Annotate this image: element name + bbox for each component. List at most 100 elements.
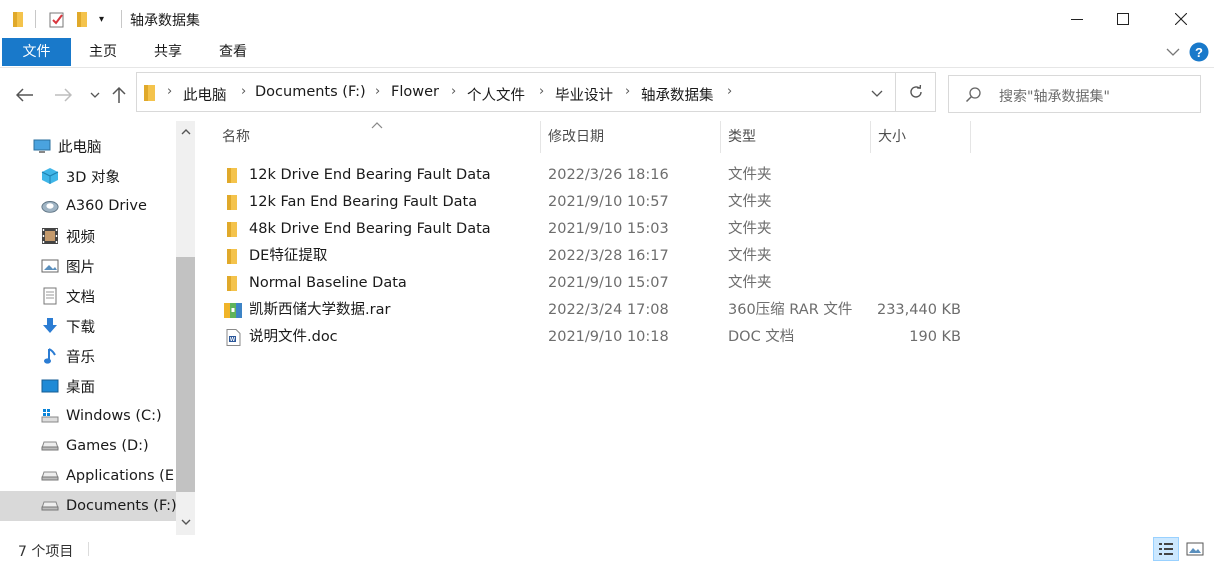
breadcrumb-graduation[interactable]: 毕业设计 xyxy=(555,84,613,105)
quick-access-folder-icon[interactable] xyxy=(12,9,26,29)
column-divider[interactable] xyxy=(720,121,721,153)
sidebar-item-a360-drive[interactable]: A360 Drive xyxy=(0,191,176,221)
status-bar: 7 个项目 xyxy=(0,533,1214,565)
music-icon xyxy=(41,347,59,365)
file-row[interactable]: 凯斯西储大学数据.rar 2022/3/24 17:08 360压缩 RAR 文… xyxy=(214,297,974,324)
address-bar[interactable]: › 此电脑 › Documents (F:) › Flower › 个人文件 ›… xyxy=(136,72,896,112)
file-size: 190 KB xyxy=(909,329,961,345)
column-header-size[interactable]: 大小 xyxy=(878,121,968,153)
scroll-down-button[interactable] xyxy=(176,512,195,532)
sidebar-item-games-d[interactable]: Games (D:) xyxy=(0,431,176,461)
breadcrumb-flower[interactable]: Flower xyxy=(391,84,439,100)
breadcrumb-pc[interactable]: 此电脑 xyxy=(183,84,227,105)
video-icon xyxy=(41,227,59,245)
sidebar-item-pictures[interactable]: 图片 xyxy=(0,251,176,281)
breadcrumb-documents[interactable]: Documents (F:) xyxy=(255,84,366,100)
breadcrumb-separator-icon[interactable]: › xyxy=(625,84,630,99)
file-row[interactable]: 48k Drive End Bearing Fault Data 2021/9/… xyxy=(214,216,974,243)
file-date: 2021/9/10 15:07 xyxy=(548,275,669,291)
svg-text:?: ? xyxy=(1195,45,1203,60)
download-icon xyxy=(41,317,59,335)
file-row[interactable]: 12k Drive End Bearing Fault Data 2022/3/… xyxy=(214,162,974,189)
maximize-button[interactable] xyxy=(1100,0,1146,38)
file-size xyxy=(870,162,961,189)
file-row[interactable]: 12k Fan End Bearing Fault Data 2021/9/10… xyxy=(214,189,974,216)
minimize-button[interactable] xyxy=(1054,0,1100,38)
tab-view[interactable]: 查看 xyxy=(210,38,256,66)
file-size xyxy=(870,270,961,297)
sidebar-item-this-pc[interactable]: 此电脑 xyxy=(0,131,176,161)
file-row[interactable]: W 说明文件.doc 2021/9/10 10:18 DOC 文档 190 KB xyxy=(214,324,974,351)
forward-button[interactable] xyxy=(52,84,74,106)
back-button[interactable] xyxy=(14,84,36,106)
file-type: 文件夹 xyxy=(728,167,772,183)
breadcrumb-separator-icon[interactable]: › xyxy=(539,84,544,99)
recent-locations-button[interactable] xyxy=(84,84,106,106)
file-name: 12k Drive End Bearing Fault Data xyxy=(249,167,491,183)
help-button[interactable]: ? xyxy=(1189,42,1209,62)
up-arrow-icon xyxy=(112,86,126,103)
scrollbar-thumb[interactable] xyxy=(176,257,195,492)
sidebar-item-applications-e[interactable]: Applications (E xyxy=(0,461,176,491)
scroll-up-button[interactable] xyxy=(176,121,195,141)
close-button[interactable] xyxy=(1158,0,1204,38)
refresh-button[interactable] xyxy=(896,72,936,112)
file-row[interactable]: DE特征提取 2022/3/28 16:17 文件夹 xyxy=(214,243,974,270)
window-title: 轴承数据集 xyxy=(130,13,200,29)
tab-home[interactable]: 主页 xyxy=(80,38,126,66)
sidebar-item-videos[interactable]: 视频 xyxy=(0,221,176,251)
sidebar-item-downloads[interactable]: 下载 xyxy=(0,311,176,341)
breadcrumb-separator-icon[interactable]: › xyxy=(727,84,732,99)
column-header-type[interactable]: 类型 xyxy=(728,121,868,153)
column-divider[interactable] xyxy=(540,121,541,153)
column-divider[interactable] xyxy=(970,121,971,153)
address-history-button[interactable] xyxy=(871,87,883,103)
forward-arrow-icon xyxy=(55,88,72,102)
file-name: 说明文件.doc xyxy=(249,329,338,345)
properties-icon[interactable] xyxy=(48,9,66,29)
breadcrumb-separator-icon[interactable]: › xyxy=(451,84,456,99)
customize-quick-access-icon[interactable]: ▾ xyxy=(99,9,104,29)
sidebar-item-3d-objects[interactable]: 3D 对象 xyxy=(0,161,176,191)
title-bar: ▾ 轴承数据集 xyxy=(0,0,1214,38)
sidebar-item-desktop[interactable]: 桌面 xyxy=(0,371,176,401)
expand-ribbon-button[interactable] xyxy=(1166,45,1180,59)
search-box[interactable]: 搜索"轴承数据集" xyxy=(948,75,1201,113)
tab-share[interactable]: 共享 xyxy=(145,38,191,66)
file-date: 2021/9/10 15:03 xyxy=(548,221,669,237)
column-header-date[interactable]: 修改日期 xyxy=(548,121,718,153)
file-date: 2022/3/24 17:08 xyxy=(548,302,669,318)
up-button[interactable] xyxy=(108,84,130,106)
search-icon xyxy=(965,86,982,107)
minimize-icon xyxy=(1071,19,1083,20)
file-type: 文件夹 xyxy=(728,194,772,210)
column-header-name[interactable]: 名称 xyxy=(222,121,540,153)
file-date: 2021/9/10 10:57 xyxy=(548,194,669,210)
breadcrumb-bearing-dataset[interactable]: 轴承数据集 xyxy=(641,84,714,105)
folder-icon xyxy=(227,249,237,264)
file-size xyxy=(870,189,961,216)
breadcrumb-personal[interactable]: 个人文件 xyxy=(467,84,525,105)
new-folder-icon[interactable] xyxy=(76,9,90,29)
column-divider[interactable] xyxy=(870,121,871,153)
large-icons-view-button[interactable] xyxy=(1183,537,1207,561)
sidebar-item-documents[interactable]: 文档 xyxy=(0,281,176,311)
file-size: 233,440 KB xyxy=(876,302,961,318)
breadcrumb-separator-icon[interactable]: › xyxy=(241,84,246,99)
folder-icon xyxy=(227,195,237,210)
sidebar-item-documents-f[interactable]: Documents (F:) xyxy=(0,491,176,521)
rar-archive-icon xyxy=(224,303,242,318)
maximize-icon xyxy=(1117,13,1129,25)
close-icon xyxy=(1175,13,1187,25)
breadcrumb-separator-icon[interactable]: › xyxy=(167,84,172,99)
sidebar-item-music[interactable]: 音乐 xyxy=(0,341,176,371)
tab-file[interactable]: 文件 xyxy=(2,38,71,66)
file-row[interactable]: Normal Baseline Data 2021/9/10 15:07 文件夹 xyxy=(214,270,974,297)
large-icons-view-icon xyxy=(1186,542,1204,556)
drive-icon xyxy=(41,497,59,515)
breadcrumb-separator-icon[interactable]: › xyxy=(375,84,380,99)
sidebar-item-windows-c[interactable]: Windows (C:) xyxy=(0,401,176,431)
navigation-pane: 此电脑 3D 对象 A360 Drive 视频 图片 文档 下载 音乐 桌面 W… xyxy=(0,121,196,533)
details-view-button[interactable] xyxy=(1153,537,1179,561)
word-doc-icon: W xyxy=(226,329,241,346)
